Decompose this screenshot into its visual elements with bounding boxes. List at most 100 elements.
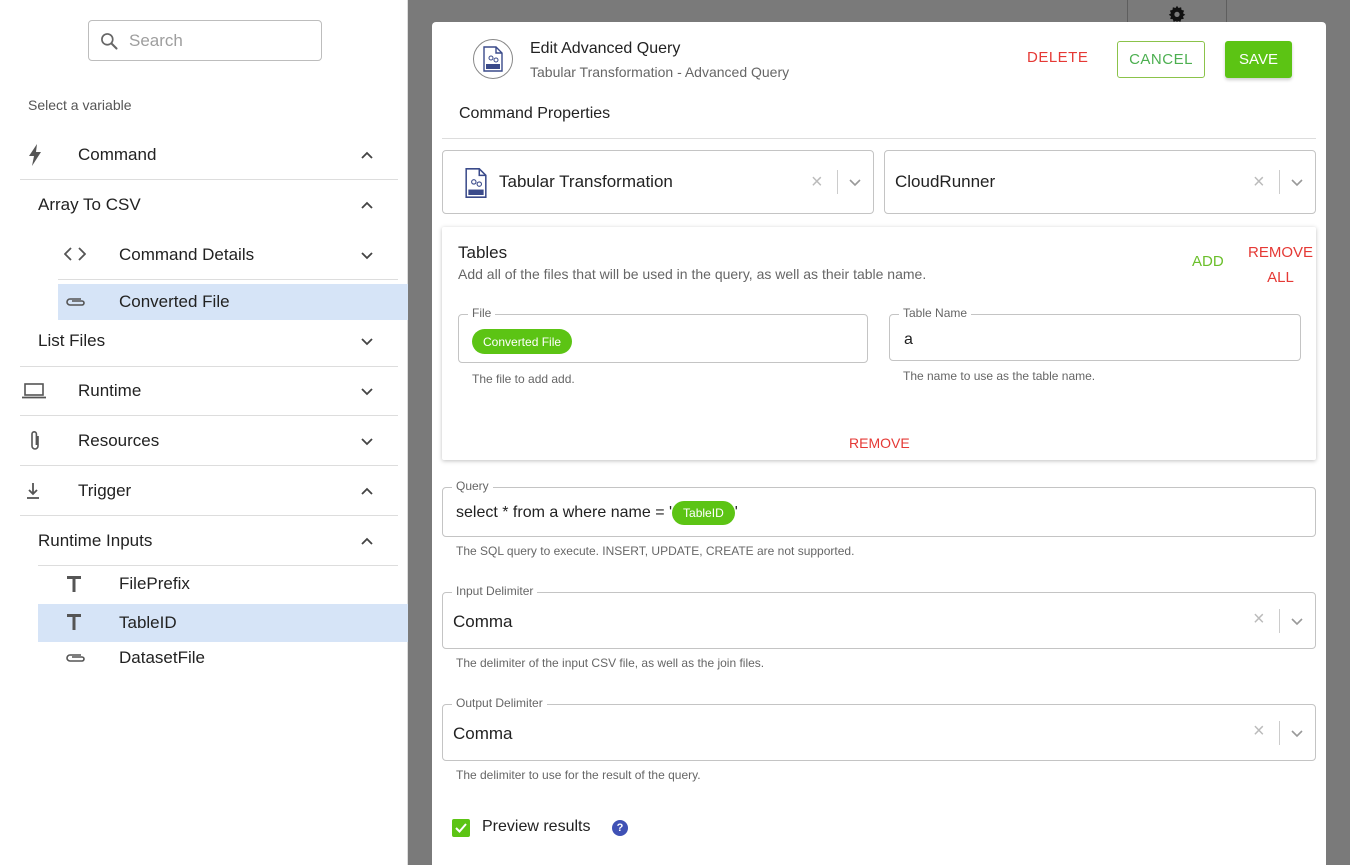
text-icon [67,614,81,630]
tab-file-icon [465,168,487,198]
tables-card: Tables Add all of the files that will be… [442,227,1316,460]
chevron-down-icon[interactable] [360,434,374,448]
preview-checkbox[interactable] [452,819,470,837]
select-variable-label: Select a variable [28,97,132,113]
paperclip-icon [66,298,85,306]
output-delimiter-select[interactable]: Output Delimiter Comma × [442,696,1316,761]
text-icon [67,576,81,592]
download-icon [27,483,39,499]
chevron-up-icon[interactable] [360,198,374,212]
sidebar-item-label: List Files [38,331,106,350]
cancel-button[interactable]: CANCEL [1117,41,1205,78]
input-delimiter-helper-text: The delimiter of the input CSV file, as … [456,656,765,670]
sidebar-item-resources[interactable]: Resources [20,416,398,466]
remove-all-button[interactable]: REMOVE ALL [1248,240,1313,290]
remove-all-label: REMOVE [1248,244,1314,261]
remove-all-label: ALL [1267,269,1294,286]
separator [1279,170,1280,194]
chevron-down-icon[interactable] [360,384,374,398]
input-delimiter-select[interactable]: Input Delimiter Comma × [442,584,1316,649]
sidebar-item-label: DatasetFile [119,648,205,667]
preview-results-label[interactable]: Preview results [482,818,590,836]
input-delimiter-value: Comma [453,612,513,631]
sidebar-item-array-to-csv[interactable]: Array To CSV [20,180,398,230]
tables-description: Add all of the files that will be used i… [458,266,927,282]
divider [58,279,398,280]
runner-select-value: CloudRunner [895,172,996,191]
save-button[interactable]: SAVE [1225,41,1292,78]
sidebar-item-dataset-file[interactable]: DatasetFile [38,640,398,676]
tables-title: Tables [458,243,508,262]
table-name-label: Table Name [899,306,972,320]
sidebar-item-label: TableID [119,613,177,632]
chevron-down-icon[interactable] [1290,726,1304,740]
chevron-up-icon[interactable] [360,534,374,548]
sidebar-item-label: Runtime Inputs [38,530,153,550]
sidebar-item-trigger[interactable]: Trigger [20,466,398,516]
sidebar-item-runtime-inputs[interactable]: Runtime Inputs [20,516,398,565]
query-field[interactable]: Query select * from a where name = ' Tabl… [442,479,1316,537]
sidebar-item-command[interactable]: Command [20,130,398,180]
sidebar-item-runtime[interactable]: Runtime [20,366,398,416]
gear-icon[interactable] [1168,5,1186,23]
attachment-icon [31,431,39,450]
separator [1279,721,1280,745]
command-select[interactable]: Tabular Transformation × [442,150,874,214]
dialog-title: Edit Advanced Query [530,40,681,57]
sidebar-item-label: Command [78,145,157,164]
tab-file-icon [473,39,513,79]
clear-icon[interactable]: × [1253,608,1265,631]
chevron-down-icon[interactable] [1290,175,1304,189]
clear-icon[interactable]: × [811,171,823,194]
search-input[interactable] [129,30,309,51]
section-title: Command Properties [459,105,611,122]
table-name-input[interactable]: a [904,331,913,349]
edit-query-dialog: Edit Advanced Query Tabular Transformati… [432,22,1326,865]
sidebar-item-converted-file[interactable]: Converted File [58,284,408,320]
variable-sidebar: Select a variable Command Array To CSV C… [0,0,408,865]
code-icon [64,247,86,261]
clear-icon[interactable]: × [1253,720,1265,743]
search-box[interactable] [88,20,322,61]
sidebar-item-command-details[interactable]: Command Details [38,230,398,279]
file-chip[interactable]: Converted File [472,329,573,354]
delete-button[interactable]: DELETE [1027,49,1088,66]
separator [1279,609,1280,633]
output-delimiter-label: Output Delimiter [452,696,547,710]
checkmark-icon [455,823,467,833]
chevron-up-icon[interactable] [360,148,374,162]
sidebar-item-label: Command Details [119,244,255,264]
sidebar-item-label: Array To CSV [38,195,141,214]
query-input[interactable]: select * from a where name = ' TableID ' [456,501,738,525]
chevron-down-icon[interactable] [1290,614,1304,628]
table-name-field[interactable]: Table Name a [889,306,1301,361]
chevron-down-icon[interactable] [848,175,862,189]
query-variable-chip[interactable]: TableID [672,501,735,525]
divider [442,138,1316,139]
chevron-down-icon[interactable] [360,334,374,348]
sidebar-item-file-prefix[interactable]: FilePrefix [38,566,398,602]
chevron-down-icon[interactable] [360,248,374,262]
input-delimiter-label: Input Delimiter [452,584,538,598]
query-label: Query [452,479,493,493]
sidebar-item-label: Resources [78,431,160,450]
output-delimiter-helper-text: The delimiter to use for the result of t… [456,768,701,782]
file-field[interactable]: File Converted File [458,306,868,363]
laptop-icon [22,383,46,399]
query-helper-text: The SQL query to execute. INSERT, UPDATE… [456,544,855,558]
file-helper-text: The file to add add. [472,372,575,386]
query-text: ' [734,504,738,521]
sidebar-item-list-files[interactable]: List Files [20,316,398,366]
command-select-value: Tabular Transformation [499,172,673,191]
help-icon[interactable]: ? [612,820,628,836]
sidebar-item-label: Converted File [119,292,230,311]
sidebar-item-table-id[interactable]: TableID [38,604,408,642]
table-name-helper-text: The name to use as the table name. [903,369,1096,383]
chevron-up-icon[interactable] [360,484,374,498]
paperclip-icon [66,654,85,662]
add-table-button[interactable]: ADD [1192,253,1224,270]
runner-select[interactable]: CloudRunner × [884,150,1316,214]
clear-icon[interactable]: × [1253,171,1265,194]
remove-table-button[interactable]: REMOVE [849,435,910,451]
file-field-label: File [468,306,496,320]
